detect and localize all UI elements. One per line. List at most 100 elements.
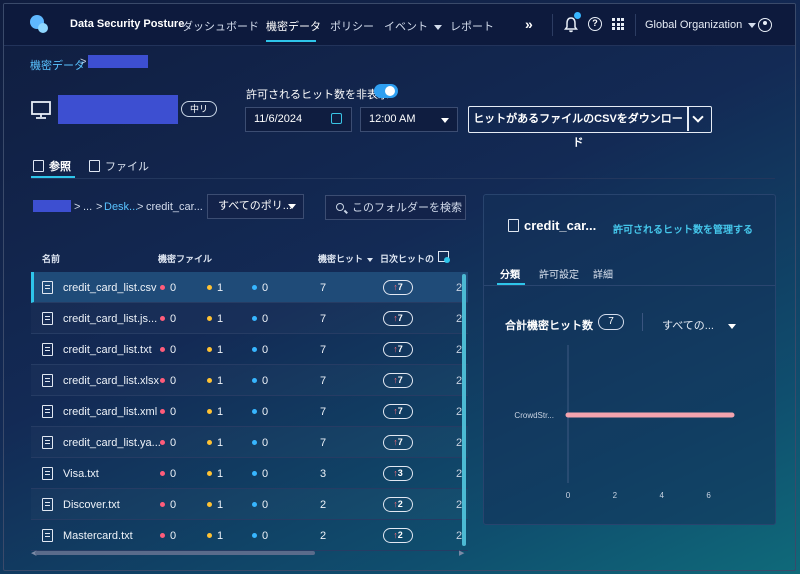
daily-hits-value: 7 — [397, 313, 403, 323]
panel-tab-classification[interactable]: 分類 — [500, 266, 520, 281]
yellow-count: 1 — [217, 313, 224, 325]
path-separator: > — [137, 201, 144, 213]
table-row[interactable]: credit_card_list.js... 0 1 0 7 ↑7 2 — [31, 303, 468, 334]
file-name[interactable]: credit_card_list.ya... — [63, 437, 161, 449]
file-icon — [42, 281, 53, 294]
app-window: Data Security Posture ダッシュボード 機密データ ポリシー… — [3, 3, 796, 571]
file-name[interactable]: credit_card_list.xlsx — [63, 375, 159, 387]
daily-hits-value: 7 — [397, 344, 403, 354]
red-severity-dot — [160, 285, 165, 290]
table-row[interactable]: credit_card_list.csv 0 1 0 7 ↑7 2 — [31, 272, 468, 303]
path-ellipsis[interactable]: ... — [83, 201, 92, 213]
chevron-down-icon — [288, 204, 296, 209]
file-name[interactable]: credit_card_list.csv — [63, 282, 157, 294]
column-settings-icon[interactable] — [438, 251, 450, 263]
daily-hits-value: 2 — [397, 499, 403, 509]
file-icon — [42, 467, 53, 480]
sensitive-hits: 2 — [320, 530, 327, 542]
path-separator: > — [96, 201, 103, 213]
vertical-scrollbar[interactable] — [462, 274, 466, 546]
column-header-sensitive-files[interactable]: 機密ファイル — [158, 252, 212, 265]
folder-search[interactable] — [325, 195, 466, 220]
status-badge: 中リ — [181, 101, 218, 117]
org-switcher[interactable]: Global Organization — [645, 19, 757, 31]
daily-hits-value: 3 — [397, 468, 403, 478]
breadcrumb-separator: > — [80, 56, 87, 68]
yellow-severity-dot — [207, 409, 212, 414]
column-header-daily-hits[interactable]: 日次ヒットの — [380, 252, 434, 265]
nav-dashboard[interactable]: ダッシュボード — [182, 18, 259, 34]
total-hits-count: 7 — [598, 314, 624, 330]
nav-events[interactable]: イベント — [384, 18, 442, 34]
column-header-name[interactable]: 名前 — [42, 252, 60, 265]
table-row[interactable]: Discover.txt 0 1 0 2 ↑2 2 — [31, 489, 468, 520]
red-count: 0 — [170, 344, 177, 356]
yellow-count: 1 — [217, 468, 224, 480]
path-desktop[interactable]: Desk... — [104, 201, 138, 213]
file-icon — [42, 374, 53, 387]
daily-hits-value: 7 — [397, 406, 403, 416]
tab-browse[interactable]: 参照 — [33, 158, 71, 174]
scroll-right-arrow[interactable]: ▶ — [459, 549, 464, 557]
column-header-sensitive-hits-label: 機密ヒット — [318, 254, 364, 264]
calendar-icon[interactable] — [331, 113, 342, 124]
file-name[interactable]: Discover.txt — [63, 499, 120, 511]
table-row[interactable]: Visa.txt 0 1 0 3 ↑3 2 — [31, 458, 468, 489]
table-row[interactable]: credit_card_list.xlsx 0 1 0 7 ↑7 2 — [31, 365, 468, 396]
yellow-severity-dot — [207, 533, 212, 538]
red-severity-dot — [160, 533, 165, 538]
logo-icon[interactable] — [30, 15, 50, 35]
sensitive-hits: 2 — [320, 499, 327, 511]
panel-filter-dropdown[interactable]: すべての... — [662, 317, 736, 333]
blue-severity-dot — [252, 502, 257, 507]
download-csv-button[interactable]: ヒットがあるファイルのCSVをダウンロード — [468, 106, 712, 149]
horizontal-scrollbar[interactable] — [35, 551, 315, 555]
red-count: 0 — [170, 530, 177, 542]
red-count: 0 — [170, 406, 177, 418]
file-name[interactable]: Mastercard.txt — [63, 530, 133, 542]
yellow-count: 1 — [217, 282, 224, 294]
bell-icon[interactable] — [564, 17, 578, 33]
nav-policies[interactable]: ポリシー — [330, 18, 374, 34]
blue-severity-dot — [252, 440, 257, 445]
column-header-sensitive-hits[interactable]: 機密ヒット — [318, 252, 374, 265]
daily-hits-badge: ↑2 — [383, 497, 413, 512]
red-count: 0 — [170, 282, 177, 294]
monitor-icon — [31, 101, 51, 119]
table-row[interactable]: credit_card_list.xml 0 1 0 7 ↑7 2 — [31, 396, 468, 427]
file-name[interactable]: credit_card_list.txt — [63, 344, 152, 356]
table-row[interactable]: credit_card_list.ya... 0 1 0 7 ↑7 2 — [31, 427, 468, 458]
file-name[interactable]: Visa.txt — [63, 468, 99, 480]
panel-title: credit_car... — [524, 218, 597, 233]
breadcrumb-root[interactable]: 機密データ — [30, 57, 85, 73]
help-icon[interactable]: ? — [588, 17, 602, 31]
chevron-down-icon[interactable] — [692, 111, 704, 123]
red-severity-dot — [160, 502, 165, 507]
file-name[interactable]: credit_card_list.js... — [63, 313, 157, 325]
tab-files[interactable]: ファイル — [89, 158, 149, 174]
table-row[interactable]: Mastercard.txt 0 1 0 2 ↑2 2 — [31, 520, 468, 551]
table-row[interactable]: credit_card_list.txt 0 1 0 7 ↑7 2 — [31, 334, 468, 365]
policy-filter[interactable]: すべてのポリ... — [207, 194, 304, 219]
path-current: credit_car... — [146, 201, 203, 213]
user-icon[interactable] — [758, 18, 772, 32]
yellow-severity-dot — [207, 285, 212, 290]
red-severity-dot — [160, 316, 165, 321]
manage-allowed-hits-link[interactable]: 許可されるヒット数を管理する — [613, 221, 753, 236]
tab-files-label: ファイル — [105, 161, 149, 173]
file-name[interactable]: credit_card_list.xml — [63, 406, 157, 418]
nav-reports[interactable]: レポート — [450, 18, 494, 34]
hide-allowed-hits-toggle[interactable] — [374, 84, 398, 98]
panel-tab-details[interactable]: 詳細 — [593, 266, 613, 281]
daily-hits-badge: ↑2 — [383, 528, 413, 543]
panel-tab-permissions[interactable]: 許可設定 — [539, 266, 579, 281]
nav-active-indicator — [266, 40, 316, 42]
daily-hits-badge: ↑7 — [383, 404, 413, 419]
nav-more-button[interactable]: » — [525, 16, 533, 32]
blue-severity-dot — [252, 409, 257, 414]
folder-search-input[interactable] — [352, 200, 462, 216]
path-root-redacted[interactable] — [33, 200, 71, 212]
app-grid-icon[interactable] — [612, 18, 624, 30]
sensitive-hits: 7 — [320, 437, 327, 449]
nav-sensitive-data[interactable]: 機密データ — [266, 18, 321, 34]
